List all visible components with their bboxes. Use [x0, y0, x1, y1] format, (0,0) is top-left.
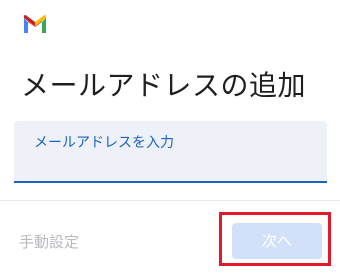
manual-setup-button[interactable]: 手動設定 — [19, 231, 79, 252]
email-field[interactable]: メールアドレスを入力 — [14, 121, 327, 183]
divider — [0, 200, 340, 201]
next-button[interactable]: 次へ — [232, 223, 322, 259]
add-email-screen: メールアドレスの追加 メールアドレスを入力 手動設定 次へ — [0, 0, 340, 276]
gmail-logo-icon — [24, 15, 46, 33]
page-title: メールアドレスの追加 — [21, 69, 307, 102]
email-field-label: メールアドレスを入力 — [34, 135, 174, 151]
